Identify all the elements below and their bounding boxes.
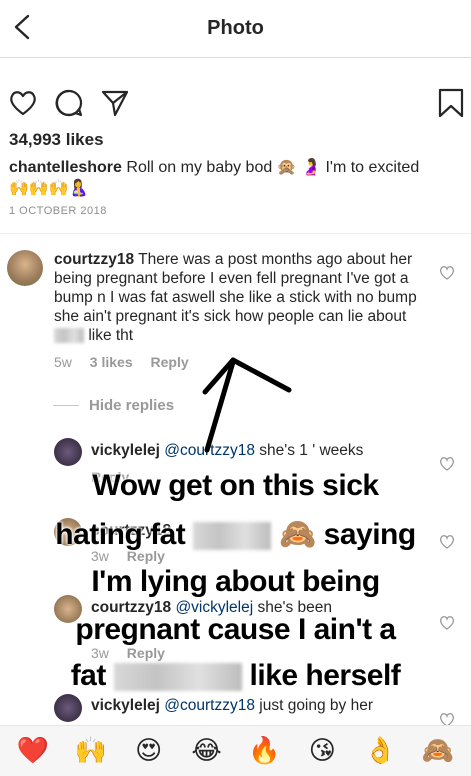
caption-emoji: 🙊 [276, 159, 297, 176]
post-date: 1 OCTOBER 2018 [9, 205, 107, 217]
divider [0, 233, 471, 234]
post-actions [0, 88, 471, 120]
laughing-emoji-button[interactable]: 😂 [187, 736, 227, 766]
caption-username[interactable]: chantelleshore [9, 159, 122, 176]
emoji-quick-bar: ❤️ 🙌 😍 😂 🔥 😘 👌 🙈 [0, 725, 471, 776]
comment-like-icon[interactable] [439, 265, 455, 280]
monkey-emoji: 🙈 [278, 518, 316, 551]
overlay-line: Wow get on this sick [92, 469, 379, 502]
ok-hand-emoji-button[interactable]: 👌 [360, 736, 400, 766]
divider [53, 405, 79, 406]
reply-button[interactable]: Reply [151, 354, 189, 370]
comment-icon[interactable] [54, 88, 84, 118]
comment-likes[interactable]: 3 likes [90, 354, 133, 370]
overlay-line: pregnant cause I ain't a [75, 613, 396, 646]
redacted-word [113, 663, 242, 692]
caption-emoji: 🤰 [301, 159, 321, 176]
bookmark-icon[interactable] [436, 88, 466, 118]
fire-emoji-button[interactable]: 🔥 [244, 736, 284, 766]
page-title: Photo [207, 17, 264, 39]
caption-text: I'm to excited [325, 159, 420, 176]
avatar[interactable] [7, 250, 43, 286]
avatar[interactable] [54, 694, 82, 722]
redacted-word [54, 328, 84, 344]
comment-username[interactable]: courtzzy18 [54, 251, 134, 268]
share-icon[interactable] [100, 88, 130, 118]
heart-eyes-emoji-button[interactable]: 😍 [129, 736, 169, 766]
comment-meta: 5w 3 likes Reply [54, 354, 203, 370]
see-no-evil-emoji-button[interactable]: 🙈 [418, 736, 458, 766]
overlay-line: I'm lying about being [91, 565, 380, 598]
avatar[interactable] [54, 438, 82, 466]
comment-time: 5w [54, 354, 72, 370]
caption-text: Roll on my baby bod [126, 159, 273, 176]
caption-emojis: 🙌🙌🙌🤱 [9, 180, 89, 197]
redacted-word [193, 522, 272, 551]
reply-text: vickylelej @courtzzy18 just going by her [91, 697, 374, 714]
back-arrow-icon[interactable] [10, 12, 36, 42]
likes-count[interactable]: 34,993 likes [9, 130, 104, 150]
comment-text: courtzzy18 There was a post months ago a… [54, 251, 417, 344]
raised-hands-emoji-button[interactable]: 🙌 [71, 736, 111, 766]
heart-emoji-button[interactable]: ❤️ [13, 736, 53, 766]
header-bar: Photo [0, 0, 471, 58]
overlay-line: fat like herself [70, 659, 401, 692]
post-photo[interactable] [0, 58, 471, 88]
overlay-line: hating fat 🙈 saying [55, 518, 416, 551]
hide-replies-button[interactable]: Hide replies [53, 397, 174, 414]
drawn-arrow [202, 357, 292, 453]
post-caption: chantelleshore Roll on my baby bod 🙊 🤰 I… [9, 157, 464, 199]
heart-icon[interactable] [8, 88, 38, 118]
kiss-emoji-button[interactable]: 😘 [302, 736, 342, 766]
